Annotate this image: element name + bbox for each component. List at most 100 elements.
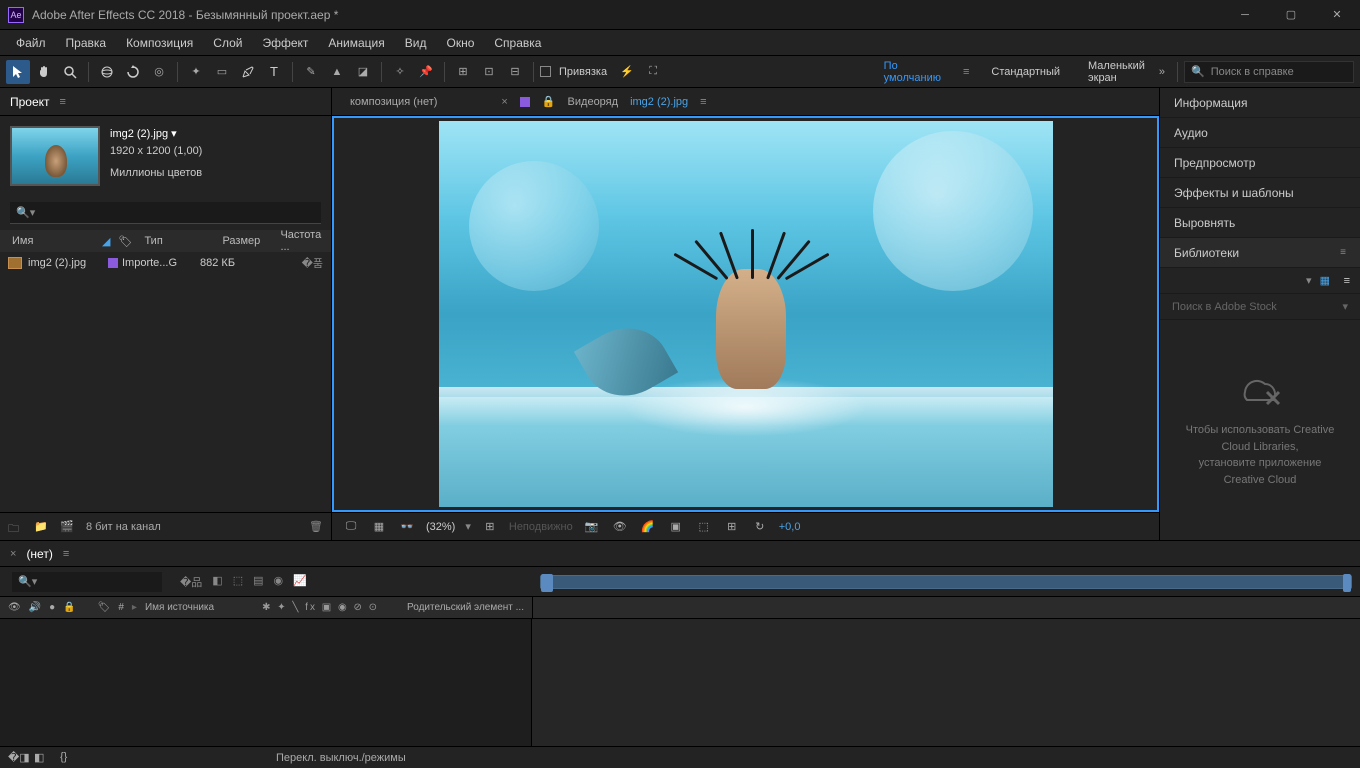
snapshot-icon[interactable]: 📷 (583, 519, 601, 535)
trash-icon[interactable]: 🗑 (309, 520, 323, 533)
new-comp-icon[interactable]: 🎬 (60, 520, 76, 534)
graph-editor-icon[interactable]: 📈 (293, 574, 307, 590)
col-visibility-icon[interactable]: 👁 (8, 602, 21, 613)
rotate-tool[interactable] (121, 60, 145, 84)
hide-shy-icon[interactable]: ⬚ (233, 574, 243, 590)
col-tag-icon[interactable]: 🏷 (114, 235, 136, 248)
timeline-ruler[interactable] (532, 597, 1360, 618)
reset-exposure-icon[interactable]: ▣ (667, 519, 685, 535)
col-type[interactable]: Тип (140, 235, 214, 247)
viewer-canvas-wrap[interactable] (332, 116, 1159, 512)
col-audio-icon[interactable]: 🔊 (29, 602, 41, 613)
eraser-tool[interactable]: ◪ (351, 60, 375, 84)
workspace-default[interactable]: По умолчанию (878, 60, 947, 84)
help-search[interactable]: 🔍 Поиск в справке (1184, 61, 1354, 83)
viewer-menu-icon[interactable]: ≡ (700, 96, 706, 108)
panel-effects[interactable]: Эффекты и шаблоны (1160, 178, 1360, 208)
timeline-tab[interactable]: (нет) (26, 547, 52, 561)
panel-preview[interactable]: Предпросмотр (1160, 148, 1360, 178)
show-snapshot-icon[interactable]: 👁 (611, 519, 629, 535)
exposure-value[interactable]: +0,0 (779, 521, 801, 533)
viewer-tab-comp[interactable]: композиция (нет) (350, 96, 437, 108)
lib-search-dropdown-icon[interactable]: ▾ (1342, 300, 1348, 313)
timeline-close-icon[interactable]: × (10, 548, 16, 560)
puppet-tool[interactable]: 📌 (414, 60, 438, 84)
menu-composition[interactable]: Композиция (116, 32, 203, 54)
minimize-button[interactable]: ─ (1222, 0, 1268, 30)
col-switches-icon[interactable]: ✱ ✦ ╲ fx ▣ ◉ ⊘ ⊙ (262, 602, 379, 613)
roi-icon[interactable]: ⬚ (695, 519, 713, 535)
navigator-end-handle[interactable] (1343, 574, 1351, 592)
menu-effect[interactable]: Эффект (252, 32, 318, 54)
project-search[interactable]: 🔍▾ (10, 202, 321, 224)
pixel-aspect-icon[interactable]: ↻ (751, 519, 769, 535)
selection-tool[interactable] (6, 60, 30, 84)
col-name[interactable]: Имя (8, 235, 98, 247)
orbit-tool[interactable] (95, 60, 119, 84)
project-panel-menu-icon[interactable]: ≡ (60, 96, 66, 108)
project-file-name[interactable]: img2 (2).jpg ▾ (110, 126, 202, 143)
workspace-small[interactable]: Маленький экран (1082, 60, 1151, 84)
zoom-dropdown-icon[interactable]: ▾ (465, 520, 471, 533)
col-source-name[interactable]: Имя источника (145, 602, 214, 613)
timeline-navigator[interactable] (540, 575, 1352, 589)
col-index[interactable]: # (118, 602, 124, 613)
row-flowchart-icon[interactable]: �품 (302, 255, 323, 271)
lib-grid-icon[interactable]: ▦ (1320, 274, 1336, 288)
lib-list-icon[interactable]: ≡ (1344, 275, 1350, 287)
view-axis-icon[interactable]: ⊟ (503, 60, 527, 84)
panel-info[interactable]: Информация (1160, 88, 1360, 118)
new-folder-icon[interactable]: 📁 (34, 520, 50, 534)
text-tool[interactable]: T (262, 60, 286, 84)
local-axis-icon[interactable]: ⊞ (451, 60, 475, 84)
project-item-row[interactable]: img2 (2).jpg Importe...G 882 КБ �품 (0, 252, 331, 274)
menu-animation[interactable]: Анимация (318, 32, 394, 54)
pen-tool[interactable] (236, 60, 260, 84)
lock-icon[interactable]: 🔒 (542, 95, 556, 108)
snap-options-icon[interactable]: ⚡ (615, 60, 639, 84)
transparency-grid-icon[interactable]: ▦ (370, 519, 388, 535)
anchor-tool[interactable]: ✦ (184, 60, 208, 84)
menu-view[interactable]: Вид (395, 32, 437, 54)
project-tab[interactable]: Проект (10, 95, 50, 109)
hand-tool[interactable] (32, 60, 56, 84)
maximize-button[interactable]: ▢ (1268, 0, 1314, 30)
snap-checkbox[interactable] (540, 66, 551, 77)
frame-blend-icon[interactable]: ▤ (253, 574, 263, 590)
col-solo-icon[interactable]: ● (49, 602, 55, 613)
snap-extend-icon[interactable]: ⛶ (641, 60, 665, 84)
col-parent[interactable]: Родительский элемент ... (407, 602, 524, 613)
close-button[interactable]: ✕ (1314, 0, 1360, 30)
bpc-label[interactable]: 8 бит на канал (86, 521, 161, 533)
toggle-modes-label[interactable]: Перекл. выключ./режимы (276, 752, 406, 764)
lib-search[interactable]: Поиск в Adobe Stock ▾ (1160, 294, 1360, 320)
menu-help[interactable]: Справка (484, 32, 551, 54)
navigator-start-handle[interactable] (541, 574, 553, 592)
col-freq[interactable]: Частота ... (276, 229, 325, 253)
toggle-in-out-icon[interactable]: ◧ (34, 751, 50, 765)
panel-audio[interactable]: Аудио (1160, 118, 1360, 148)
world-axis-icon[interactable]: ⊡ (477, 60, 501, 84)
row-tag-icon[interactable] (108, 258, 118, 268)
rotobrush-tool[interactable]: ✧ (388, 60, 412, 84)
viewer-tab-close-icon[interactable]: × (501, 96, 507, 108)
zoom-tool[interactable] (58, 60, 82, 84)
toggle-switches-icon[interactable]: �◨ (8, 751, 24, 765)
col-lock-icon[interactable]: 🔒 (63, 602, 75, 613)
rect-tool[interactable]: ▭ (210, 60, 234, 84)
menu-edit[interactable]: Правка (56, 32, 117, 54)
timeline-search[interactable]: 🔍▾ (12, 572, 162, 592)
channel-icon[interactable]: 🌈 (639, 519, 657, 535)
mask-visibility-icon[interactable]: 👓 (398, 519, 416, 535)
panel-align[interactable]: Выровнять (1160, 208, 1360, 238)
sort-indicator-icon[interactable]: ◢ (102, 235, 110, 248)
toggle-stretch-icon[interactable]: {} (60, 751, 76, 765)
col-label-icon[interactable]: 🏷 (98, 602, 111, 613)
timeline-layer-area[interactable] (0, 619, 532, 746)
panel-libraries[interactable]: Библиотеки≡ (1160, 238, 1360, 268)
brush-tool[interactable]: ✎ (299, 60, 323, 84)
workspace-expand-icon[interactable]: » (1159, 66, 1165, 78)
comp-mini-flowchart-icon[interactable]: �品 (180, 574, 202, 590)
menu-file[interactable]: Файл (6, 32, 56, 54)
resolution-icon[interactable]: ⊞ (481, 519, 499, 535)
